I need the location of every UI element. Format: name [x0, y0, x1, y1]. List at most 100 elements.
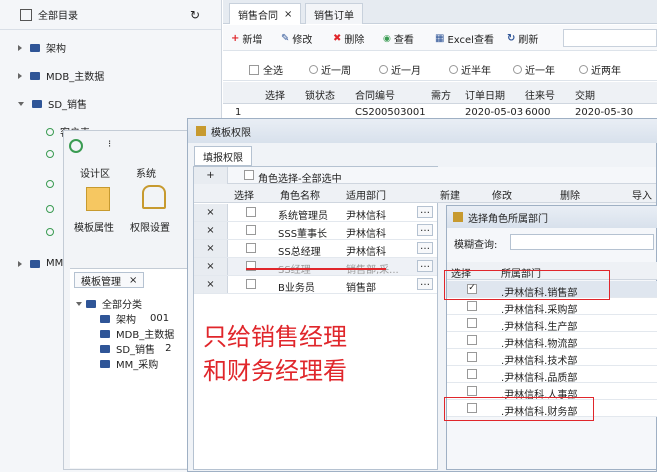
refresh-icon[interactable]: ↻ — [190, 8, 200, 22]
column-header[interactable]: 需方 — [431, 87, 451, 102]
search-input[interactable] — [563, 29, 657, 47]
radio[interactable] — [309, 65, 318, 74]
row-checkbox[interactable] — [467, 369, 477, 379]
row-checkbox[interactable] — [246, 225, 256, 235]
radio[interactable] — [513, 65, 522, 74]
excel-view-button[interactable]: ▦ Excel查看 — [435, 31, 494, 46]
more-button[interactable]: … — [417, 260, 433, 272]
radio[interactable] — [379, 65, 388, 74]
view-button[interactable]: ◉ 查看 — [383, 31, 414, 47]
column-header[interactable]: 导入 — [632, 187, 652, 202]
list-item[interactable]: .尹林信科.技术部 — [447, 349, 657, 367]
tab-template-manager[interactable]: 模板管理 × — [74, 272, 145, 288]
excel-icon: ▦ — [435, 33, 445, 44]
template-properties-icon[interactable] — [86, 187, 110, 211]
permission-settings-button[interactable]: 权限设置 — [130, 219, 170, 234]
table-row-selected[interactable]: × SS经理 销售部,采... … — [194, 258, 437, 276]
list-item[interactable]: .尹林信科.采购部 — [447, 298, 657, 316]
tree-item-all[interactable]: 全部分类 — [76, 296, 142, 311]
folder-icon — [100, 359, 110, 368]
row-checkbox[interactable] — [246, 279, 256, 289]
tree-item-arch[interactable]: 架构 — [18, 40, 66, 55]
column-header[interactable]: 订单日期 — [465, 87, 505, 102]
select-all-roles-checkbox[interactable] — [244, 170, 254, 180]
template-properties-button[interactable]: 模板属性 — [74, 219, 114, 234]
row-checkbox[interactable] — [467, 352, 477, 362]
more-button[interactable]: … — [417, 224, 433, 236]
column-header[interactable]: 角色名称 — [280, 187, 320, 202]
radio[interactable] — [579, 65, 588, 74]
expand-icon[interactable] — [18, 72, 22, 79]
more-button[interactable]: … — [417, 278, 433, 290]
row-checkbox[interactable] — [467, 318, 477, 328]
lock-icon[interactable] — [142, 185, 166, 209]
add-button[interactable]: + 新增 — [231, 31, 262, 46]
tab-sales-order[interactable]: 销售订单 — [305, 3, 363, 24]
tab-sales-contract[interactable]: 销售合同 × — [229, 3, 302, 24]
expand-icon[interactable] — [18, 260, 22, 267]
column-header[interactable]: 锁状态 — [305, 87, 335, 102]
row-checkbox[interactable] — [467, 301, 477, 311]
filter-halfyear-radio[interactable]: 近半年 — [449, 62, 491, 77]
checkbox[interactable] — [249, 64, 259, 75]
row-checkbox[interactable] — [246, 207, 256, 217]
tree-item-sd[interactable]: SD_销售 — [18, 96, 87, 111]
tab-fill-permission[interactable]: 填报权限 — [194, 146, 252, 166]
more-button[interactable]: … — [417, 242, 433, 254]
filter-year-radio[interactable]: 近一年 — [513, 62, 555, 77]
remove-role-button[interactable]: × — [194, 258, 228, 275]
more-button[interactable]: … — [417, 206, 433, 218]
column-header[interactable]: 选择 — [234, 187, 254, 202]
column-header[interactable]: 交期 — [575, 87, 595, 102]
delete-button[interactable]: ✖ 删除 — [333, 31, 364, 46]
window-icon — [453, 212, 463, 222]
row-checkbox[interactable] — [467, 335, 477, 345]
table-row[interactable]: × SSS董事长 尹林信科 … — [194, 222, 437, 240]
tree-item-mdb[interactable]: MDB_主数据 — [100, 326, 174, 341]
tree-item-mdb[interactable]: MDB_主数据 — [18, 68, 104, 83]
fuzzy-search-input[interactable] — [510, 234, 654, 250]
column-header[interactable]: 合同编号 — [355, 87, 395, 102]
column-header[interactable]: 选择 — [265, 87, 285, 102]
collapse-icon[interactable] — [18, 101, 24, 106]
table-row[interactable]: × 系统管理员 尹林信科 … — [194, 204, 437, 222]
table-row[interactable]: × B业务员 销售部 … — [194, 276, 437, 294]
column-header[interactable]: 删除 — [560, 187, 580, 202]
remove-role-button[interactable]: × — [194, 204, 228, 221]
tab-design-area[interactable]: 设计区 — [80, 165, 110, 180]
list-item[interactable]: .尹林信科.物流部 — [447, 332, 657, 350]
row-checkbox[interactable] — [467, 386, 477, 396]
tree-item-mm[interactable]: MM — [18, 258, 63, 269]
tree-item-mm[interactable]: MM_采购 — [100, 356, 158, 371]
refresh-button[interactable]: ↻ 刷新 — [507, 31, 538, 46]
row-checkbox[interactable] — [246, 243, 256, 253]
column-header[interactable]: 适用部门 — [346, 187, 386, 202]
close-icon[interactable]: × — [284, 9, 292, 20]
select-all-checkbox[interactable]: 全选 — [249, 62, 283, 77]
table-row[interactable]: × SS总经理 尹林信科 … — [194, 240, 437, 258]
window-title: 选择角色所属部门 — [468, 213, 548, 225]
role-name: SSS董事长 — [278, 229, 328, 240]
expand-icon[interactable] — [18, 44, 22, 51]
radio[interactable] — [449, 65, 458, 74]
tab-system[interactable]: 系统 — [136, 165, 156, 180]
tree-leaf-icon-row — [46, 205, 60, 213]
filter-week-radio[interactable]: 近一周 — [309, 62, 351, 77]
close-icon[interactable]: × — [129, 275, 137, 286]
column-header[interactable]: 修改 — [492, 187, 512, 202]
pin-icon[interactable]: ⁝ — [108, 139, 111, 150]
column-header[interactable]: 新建 — [440, 187, 460, 202]
list-item[interactable]: .尹林信科.生产部 — [447, 315, 657, 333]
tree-item-sd[interactable]: SD_销售 2 — [100, 341, 171, 356]
remove-role-button[interactable]: × — [194, 276, 228, 293]
column-header[interactable]: 往来号 — [525, 87, 555, 102]
filter-month-radio[interactable]: 近一月 — [379, 62, 421, 77]
tree-item-arch[interactable]: 架构 001 — [100, 311, 169, 326]
collapse-icon[interactable] — [76, 301, 82, 306]
add-role-button[interactable]: + — [194, 167, 228, 184]
edit-button[interactable]: ✎ 修改 — [281, 31, 312, 46]
remove-role-button[interactable]: × — [194, 222, 228, 239]
remove-role-button[interactable]: × — [194, 240, 228, 257]
filter-twoyear-radio[interactable]: 近两年 — [579, 62, 621, 77]
list-item[interactable]: .尹林信科.品质部 — [447, 366, 657, 384]
